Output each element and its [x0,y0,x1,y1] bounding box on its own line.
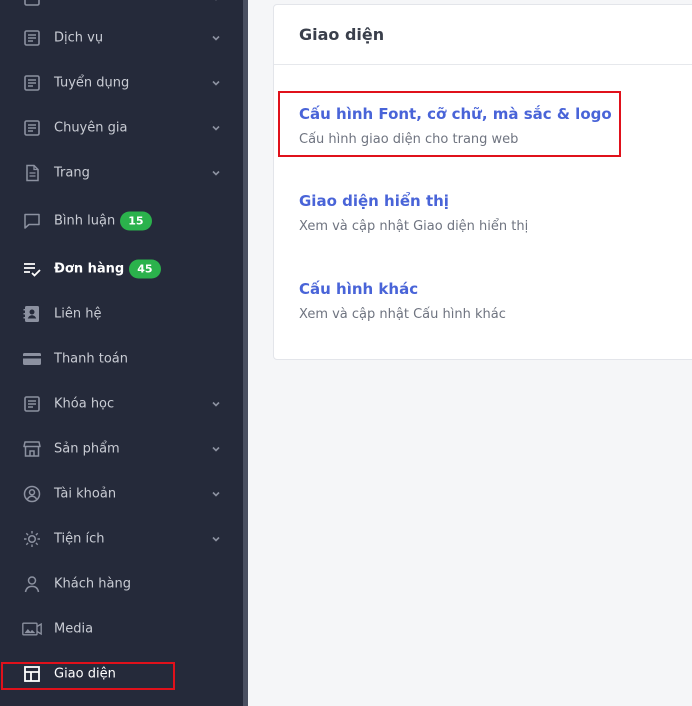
highlight-box [1,662,175,690]
sidebar: Dịch vụ Tuyển dụng Chuyên gia Trang Bình… [0,0,243,706]
settings-card: Giao diện Cấu hình Font, cỡ chữ, mà sắc … [273,4,692,360]
document-icon [24,0,40,6]
highlight-box [278,91,621,157]
sidebar-item-label: Thanh toán [54,351,129,367]
document-icon [24,396,40,412]
sidebar-item-label: Tuyển dụng [54,75,130,91]
sidebar-item-san-pham[interactable]: Sản phẩm [0,429,243,469]
chevron-down-icon [212,446,220,452]
sidebar-item-label: Khóa học [54,396,115,412]
person-icon [24,576,40,593]
sidebar-item-label: Khách hàng [54,576,131,592]
setting-description: Xem và cập nhật Giao diện hiển thị [299,219,529,234]
user-circle-icon [23,485,41,503]
sidebar-item-lien-he[interactable]: Liên hệ [0,294,243,334]
chevron-down-icon [212,35,220,41]
card-header: Giao diện [274,5,692,65]
sidebar-item-label: Bình luận [54,213,116,229]
credit-card-icon [23,353,41,365]
sidebar-item-label: Chuyên gia [54,120,128,136]
sidebar-item-khoa-hoc[interactable]: Khóa học [0,384,243,424]
sidebar-item-label: Trang [54,165,90,181]
chevron-down-icon [212,80,220,86]
sidebar-item-label: Sản phẩm [54,441,120,457]
media-icon [22,622,42,636]
sidebar-item-don-hang[interactable]: Đơn hàng 45 [0,249,243,289]
sun-icon [24,531,40,547]
page-title: Giao diện [299,25,385,44]
sidebar-item-label: Media [54,621,94,637]
document-icon [24,75,40,91]
chevron-down-icon [212,491,220,497]
chevron-down-icon [212,125,220,131]
sidebar-item-khach-hang[interactable]: Khách hàng [0,564,243,604]
sidebar-item-chuyen-gia[interactable]: Chuyên gia [0,108,243,148]
count-badge: 15 [120,211,152,231]
sidebar-item-label: Dịch vụ [54,30,104,46]
sidebar-item-thanh-toan[interactable]: Thanh toán [0,339,243,379]
sidebar-item-tien-ich[interactable]: Tiện ích [0,519,243,559]
sidebar-item-binh-luan[interactable]: Bình luận 15 [0,201,243,241]
contact-card-icon [23,306,39,322]
setting-title-link[interactable]: Cấu hình khác [299,280,506,298]
chevron-down-icon [212,536,220,542]
chevron-down-icon [212,170,220,176]
sidebar-scrollbar[interactable] [243,0,248,706]
setting-item-other[interactable]: Cấu hình khác Xem và cập nhật Cấu hình k… [299,280,506,322]
setting-item-display[interactable]: Giao diện hiển thị Xem và cập nhật Giao … [299,192,528,234]
setting-title-link[interactable]: Giao diện hiển thị [299,192,528,210]
setting-description: Xem và cập nhật Cấu hình khác [299,307,506,322]
comment-icon [24,213,40,229]
sidebar-item-tai-khoan[interactable]: Tài khoản [0,474,243,514]
sidebar-item-tuyen-dung[interactable]: Tuyển dụng [0,63,243,103]
sidebar-item-label: Tiện ích [54,531,105,547]
sidebar-item-label: Liên hệ [54,306,102,322]
sidebar-item-trang[interactable]: Trang [0,153,243,193]
sidebar-item-partial[interactable] [0,0,243,18]
page-icon [26,164,39,182]
sidebar-item-dich-vu[interactable]: Dịch vụ [0,18,243,58]
sidebar-item-label: Đơn hàng [54,261,125,277]
sidebar-item-label: Tài khoản [54,486,117,502]
order-check-icon [24,263,41,277]
store-icon [23,441,41,457]
sidebar-item-media[interactable]: Media [0,609,243,649]
chevron-down-icon [215,0,217,1]
document-icon [24,30,40,46]
document-icon [24,120,40,136]
count-badge: 45 [129,259,161,279]
chevron-down-icon [212,401,220,407]
